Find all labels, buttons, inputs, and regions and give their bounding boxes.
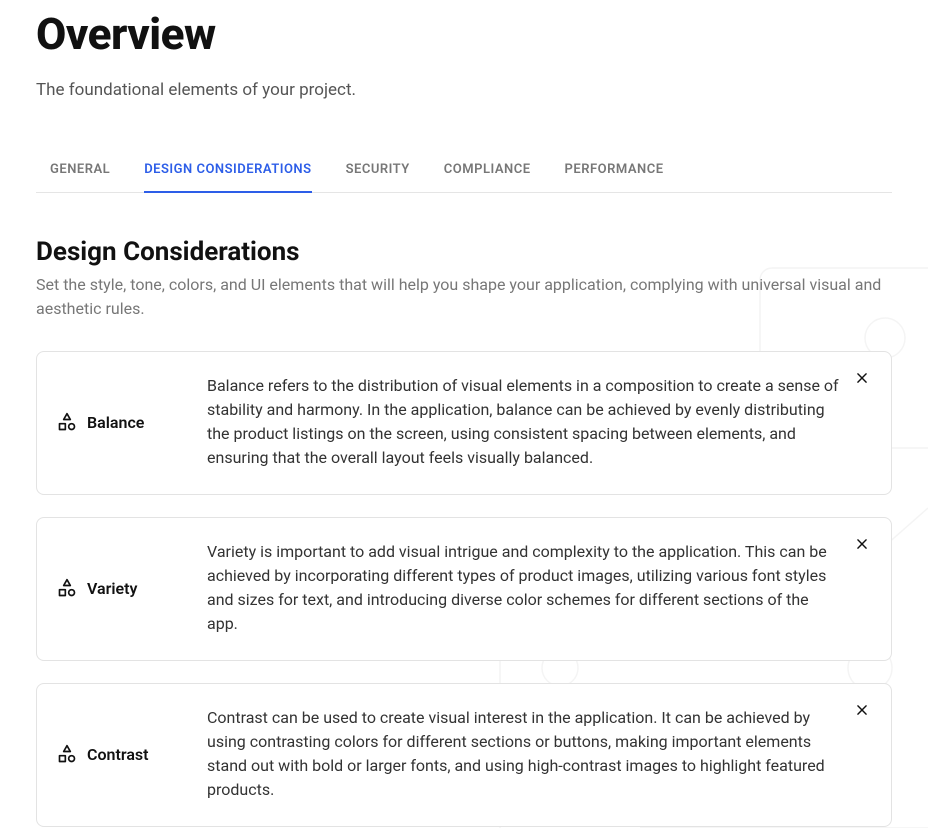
card-label: Variety [87,579,137,598]
close-button[interactable] [853,536,871,554]
card-body: Balance refers to the distribution of vi… [207,374,871,470]
shapes-icon [57,744,77,764]
tab-performance[interactable]: PERFORMANCE [565,154,664,193]
page-subtitle: The foundational elements of your projec… [36,80,892,100]
shapes-icon [57,578,77,598]
section-description: Set the style, tone, colors, and UI elem… [36,273,892,321]
card-body: Contrast can be used to create visual in… [207,706,871,802]
card-balance: Balance Balance refers to the distributi… [36,351,892,495]
card-contrast: Contrast Contrast can be used to create … [36,683,892,827]
close-button[interactable] [853,702,871,720]
tab-design-considerations[interactable]: DESIGN CONSIDERATIONS [144,154,311,193]
card-body: Variety is important to add visual intri… [207,540,871,636]
close-icon [855,370,869,389]
card-label: Balance [87,413,144,432]
close-icon [855,702,869,721]
close-button[interactable] [853,370,871,388]
tab-general[interactable]: GENERAL [50,154,110,193]
cards-list: Balance Balance refers to the distributi… [36,351,892,827]
section-title: Design Considerations [36,237,892,267]
card-label: Contrast [87,745,149,764]
tab-compliance[interactable]: COMPLIANCE [444,154,531,193]
shapes-icon [57,412,77,432]
card-header: Variety [57,578,187,598]
card-header: Balance [57,412,187,432]
close-icon [855,536,869,555]
page-title: Overview [36,8,892,60]
card-variety: Variety Variety is important to add visu… [36,517,892,661]
tab-security[interactable]: SECURITY [346,154,410,193]
tabs: GENERAL DESIGN CONSIDERATIONS SECURITY C… [36,154,892,193]
card-header: Contrast [57,744,187,764]
